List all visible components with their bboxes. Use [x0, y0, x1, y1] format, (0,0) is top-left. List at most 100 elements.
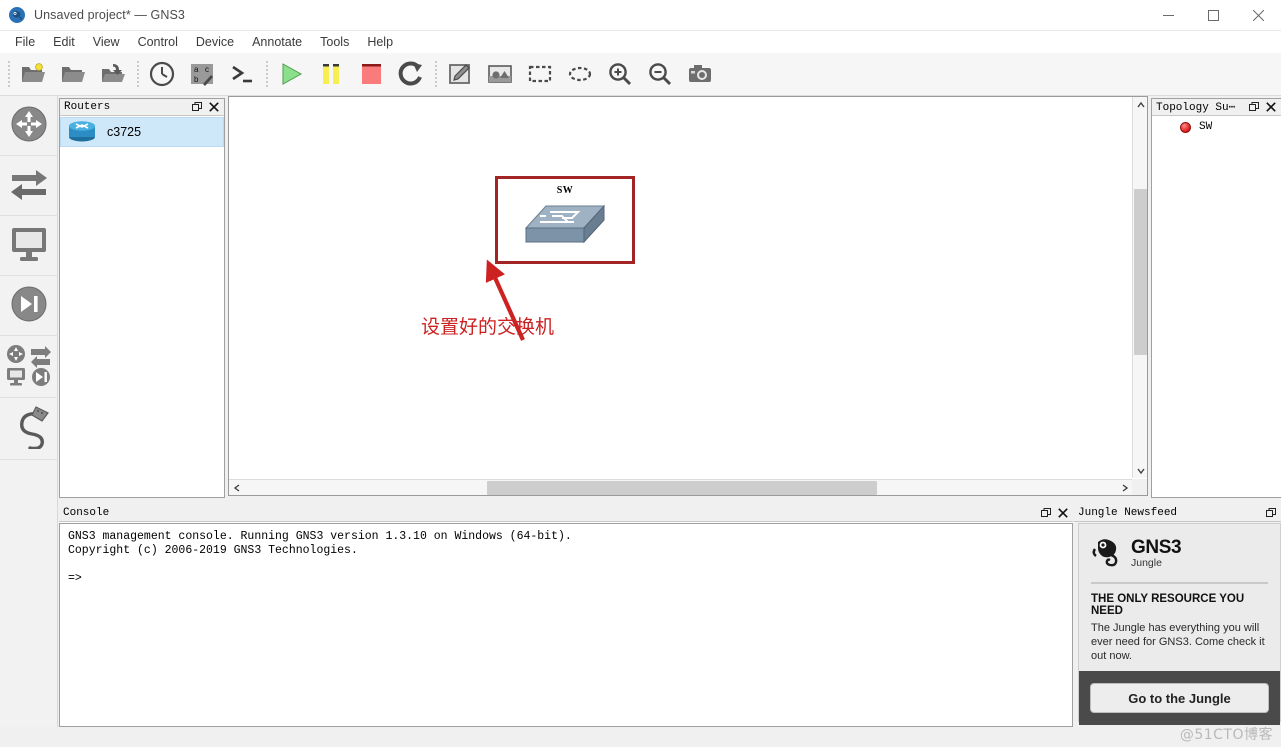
- svg-text:c: c: [205, 65, 209, 74]
- scrollbar-corner: [1132, 479, 1147, 495]
- device-node-sw[interactable]: SW: [511, 185, 619, 255]
- close-icon[interactable]: [1056, 506, 1070, 520]
- add-note-button[interactable]: [440, 55, 480, 94]
- cable-link-icon: [6, 405, 52, 452]
- zoom-in-button[interactable]: [600, 55, 640, 94]
- jungle-body-text: The Jungle has everything you will ever …: [1091, 622, 1265, 662]
- toolbar-separator: [431, 59, 440, 89]
- open-project-button[interactable]: [53, 55, 93, 94]
- console-dock-titlebar: Console: [59, 505, 1073, 522]
- list-item[interactable]: SW: [1152, 117, 1281, 137]
- gns3-chameleon-logo: [1091, 536, 1125, 571]
- monitor-icon: [8, 225, 50, 266]
- divider: [1091, 582, 1268, 584]
- window-title: Unsaved project* — GNS3: [34, 8, 185, 22]
- list-item-label: SW: [1199, 121, 1213, 133]
- topology-canvas[interactable]: SW 设置好的交换机: [229, 97, 1132, 478]
- topology-summary-dock: Topology Su⋯ SW: [1151, 98, 1281, 498]
- screenshot-button[interactable]: [680, 55, 720, 94]
- switch-arrows-icon: [8, 167, 50, 204]
- title-bar: Unsaved project* — GNS3: [0, 0, 1281, 31]
- toolbar-separator: [4, 59, 13, 89]
- device-node-label: SW: [556, 185, 574, 196]
- menu-annotate[interactable]: Annotate: [243, 33, 311, 51]
- status-strip: [0, 727, 1281, 747]
- routers-dock: Routers c3725: [59, 98, 225, 498]
- jungle-brand: GNS3 Jungle: [1131, 537, 1182, 570]
- annotation-text: 设置好的交换机: [421, 316, 555, 338]
- menu-edit[interactable]: Edit: [44, 33, 84, 51]
- all-devices-icon: [5, 343, 53, 390]
- routers-list: c3725: [60, 117, 224, 497]
- maximize-button[interactable]: [1191, 0, 1236, 31]
- canvas-horizontal-scrollbar[interactable]: [229, 479, 1132, 495]
- jungle-logo-row: GNS3 Jungle: [1091, 536, 1268, 571]
- reload-all-button[interactable]: [391, 55, 431, 94]
- device-toolbar: [0, 96, 58, 747]
- save-project-button[interactable]: [93, 55, 133, 94]
- menu-file[interactable]: File: [6, 33, 44, 51]
- draw-ellipse-button[interactable]: [560, 55, 600, 94]
- annotation-arrow: [485, 259, 525, 341]
- close-icon[interactable]: [207, 100, 221, 114]
- jungle-dock-titlebar: Jungle Newsfeed: [1074, 505, 1281, 522]
- new-project-button[interactable]: [13, 55, 53, 94]
- menu-help[interactable]: Help: [358, 33, 402, 51]
- router-icon: [8, 103, 50, 148]
- menu-control[interactable]: Control: [129, 33, 187, 51]
- jungle-brand-secondary: Jungle: [1131, 557, 1162, 570]
- console-dock: Console GNS3 management console. Running…: [59, 505, 1073, 727]
- stop-all-button[interactable]: [351, 55, 391, 94]
- undock-icon[interactable]: [1264, 506, 1278, 520]
- menu-tools[interactable]: Tools: [311, 33, 358, 51]
- sidebar-item-switches[interactable]: [0, 156, 58, 216]
- sidebar-item-end-devices[interactable]: [0, 216, 58, 276]
- scroll-left-button[interactable]: [229, 480, 244, 496]
- zoom-out-button[interactable]: [640, 55, 680, 94]
- horizontal-scroll-thumb[interactable]: [487, 481, 877, 495]
- go-to-jungle-button[interactable]: Go to the Jungle: [1090, 683, 1269, 713]
- console-dock-title: Console: [63, 507, 110, 519]
- list-item[interactable]: c3725: [60, 117, 224, 147]
- canvas-vertical-scrollbar[interactable]: [1132, 97, 1147, 478]
- watermark: @51CTO博客: [1179, 727, 1273, 743]
- svg-text:a: a: [194, 65, 199, 74]
- sidebar-item-security-devices[interactable]: [0, 276, 58, 336]
- firewall-icon: [8, 283, 50, 328]
- topology-dock-titlebar: Topology Su⋯: [1152, 99, 1281, 116]
- menu-view[interactable]: View: [84, 33, 129, 51]
- close-icon[interactable]: [1264, 100, 1278, 114]
- add-link-button[interactable]: [0, 398, 58, 460]
- sidebar-item-all-devices[interactable]: [0, 336, 58, 398]
- scroll-up-button[interactable]: [1133, 97, 1148, 112]
- sidebar-item-routers[interactable]: [0, 96, 58, 156]
- svg-text:b: b: [194, 75, 199, 84]
- jungle-newsfeed-dock: Jungle Newsfeed GNS3 Jungle THE ONLY RES…: [1074, 505, 1281, 747]
- menu-device[interactable]: Device: [187, 33, 243, 51]
- vertical-scroll-thumb[interactable]: [1134, 189, 1147, 355]
- console-output[interactable]: GNS3 management console. Running GNS3 ve…: [59, 523, 1073, 727]
- suspend-all-button[interactable]: [311, 55, 351, 94]
- jungle-footer: Go to the Jungle: [1079, 671, 1280, 725]
- undock-icon[interactable]: [1247, 100, 1261, 114]
- main-toolbar: a c b: [0, 53, 1281, 96]
- status-badge: [1180, 121, 1191, 133]
- console-all-button[interactable]: [222, 55, 262, 94]
- scroll-down-button[interactable]: [1133, 463, 1148, 478]
- toolbar-separator: [133, 59, 142, 89]
- close-button[interactable]: [1236, 0, 1281, 31]
- draw-rectangle-button[interactable]: [520, 55, 560, 94]
- undock-icon[interactable]: [190, 100, 204, 114]
- minimize-button[interactable]: [1146, 0, 1191, 31]
- topology-canvas-panel: SW 设置好的交换机: [228, 96, 1148, 496]
- gns3-chameleon-icon: [8, 6, 26, 24]
- insert-image-button[interactable]: [480, 55, 520, 94]
- undock-icon[interactable]: [1039, 506, 1053, 520]
- router-icon: [67, 119, 97, 146]
- start-all-button[interactable]: [271, 55, 311, 94]
- snapshot-button[interactable]: [142, 55, 182, 94]
- jungle-brand-primary: GNS3: [1131, 537, 1182, 559]
- scroll-right-button[interactable]: [1117, 480, 1132, 496]
- jungle-headline: THE ONLY RESOURCE YOU NEED: [1091, 593, 1245, 617]
- show-hide-names-button[interactable]: a c b: [182, 55, 222, 94]
